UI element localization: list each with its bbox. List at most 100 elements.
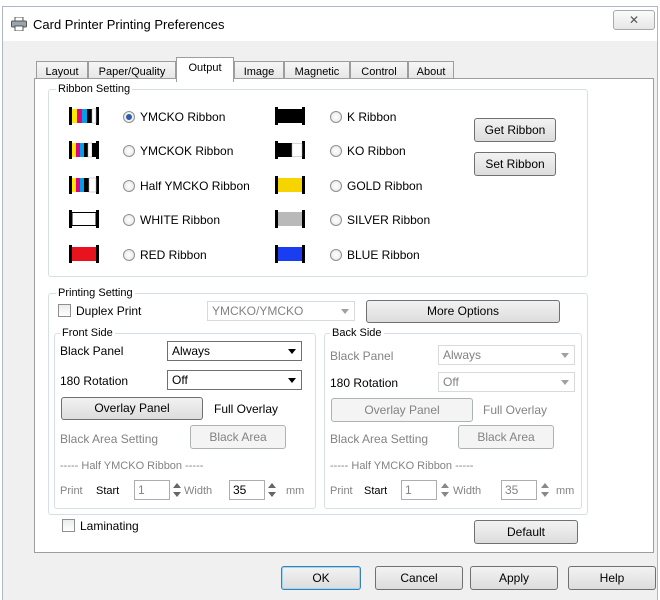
apply-button[interactable]: Apply (470, 566, 558, 590)
front-half-ymcko-label: ----- Half YMCKO Ribbon ----- (60, 460, 204, 472)
duplex-mode-value: YMCKO/YMCKO (212, 304, 304, 318)
tab-output[interactable]: Output (176, 57, 234, 82)
radio-label-ko: KO Ribbon (347, 144, 406, 158)
laminating-label: Laminating (80, 519, 139, 533)
back-print-label: Print (330, 485, 353, 497)
help-button[interactable]: Help (568, 566, 656, 590)
duplex-print-label: Duplex Print (76, 304, 142, 318)
printing-setting-label: Printing Setting (56, 287, 135, 299)
spin-arrows-icon[interactable] (172, 481, 182, 499)
more-options-button[interactable]: More Options (366, 300, 560, 323)
radio-label-k: K Ribbon (347, 110, 397, 124)
ymckok-ribbon-icon (69, 141, 99, 159)
tab-label: Image (243, 66, 275, 78)
chevron-down-icon (288, 349, 296, 354)
laminating-checkbox[interactable] (62, 519, 75, 532)
radio-ymcko[interactable] (123, 111, 135, 123)
chevron-down-icon (341, 309, 349, 314)
radio-label-red: RED Ribbon (140, 248, 207, 262)
back-rotation-combo[interactable]: Off (438, 372, 575, 392)
back-black-area-label: Black Area Setting (330, 432, 429, 446)
radio-ko[interactable] (330, 145, 342, 157)
front-overlay-panel-button[interactable]: Overlay Panel (61, 397, 203, 420)
back-overlay-panel-button[interactable]: Overlay Panel (331, 398, 473, 422)
radio-label-ymckok: YMCKOK Ribbon (140, 144, 234, 158)
ymcko-ribbon-icon (69, 107, 99, 125)
ok-button[interactable]: OK (281, 566, 361, 590)
radio-label-blue: BLUE Ribbon (347, 248, 420, 262)
chevron-down-icon (288, 378, 296, 383)
front-overlay-value: Full Overlay (214, 402, 279, 416)
cancel-button[interactable]: Cancel (375, 566, 463, 590)
radio-label-white: WHITE Ribbon (140, 213, 221, 227)
front-side-label: Front Side (60, 327, 115, 339)
front-width-label: Width (184, 485, 213, 497)
back-width-label: Width (453, 485, 482, 497)
front-rotation-label: 180 Rotation (60, 374, 129, 388)
radio-label-ymcko: YMCKO Ribbon (140, 110, 226, 124)
radio-white[interactable] (123, 214, 135, 226)
tab-label: Magnetic (294, 66, 340, 78)
back-black-panel-value: Always (443, 348, 482, 362)
back-black-area-button[interactable]: Black Area (458, 425, 554, 449)
red-ribbon-icon (69, 245, 99, 263)
tab-label: Layout (45, 66, 79, 78)
back-width-input[interactable]: 35 (501, 480, 537, 500)
spin-arrows-icon[interactable] (267, 481, 277, 499)
back-width-value: 35 (505, 483, 519, 497)
front-rotation-value: Off (172, 373, 188, 387)
radio-label-half-ymcko: Half YMCKO Ribbon (140, 179, 250, 193)
radio-label-silver: SILVER Ribbon (347, 213, 431, 227)
ko-ribbon-icon (275, 141, 305, 159)
radio-blue[interactable] (330, 249, 342, 261)
title-bar: Card Printer Printing Preferences ✕ (3, 7, 657, 41)
radio-half-ymcko[interactable] (123, 180, 135, 192)
front-black-area-button[interactable]: Black Area (190, 425, 286, 449)
duplex-mode-combo[interactable]: YMCKO/YMCKO (207, 301, 355, 321)
front-black-panel-combo[interactable]: Always (167, 341, 302, 361)
spin-arrows-icon[interactable] (440, 481, 450, 499)
front-start-input[interactable]: 1 (134, 480, 170, 500)
gold-ribbon-icon (275, 176, 305, 194)
window-title: Card Printer Printing Preferences (33, 17, 225, 32)
front-unit-label: mm (286, 485, 305, 497)
radio-silver[interactable] (330, 214, 342, 226)
back-rotation-label: 180 Rotation (330, 376, 399, 390)
radio-k[interactable] (330, 111, 342, 123)
spin-arrows-icon[interactable] (540, 481, 550, 499)
back-black-panel-combo[interactable]: Always (438, 345, 575, 365)
back-black-panel-label: Black Panel (330, 349, 394, 363)
tab-label: Control (361, 66, 397, 78)
front-rotation-combo[interactable]: Off (167, 370, 302, 390)
front-black-panel-value: Always (172, 344, 211, 358)
ribbon-setting-label: Ribbon Setting (56, 83, 133, 95)
radio-gold[interactable] (330, 180, 342, 192)
back-side-label: Back Side (330, 327, 384, 339)
front-black-panel-label: Black Panel (60, 344, 124, 358)
tab-label: About (416, 66, 446, 78)
close-button[interactable]: ✕ (613, 10, 655, 30)
half-ymcko-ribbon-icon (69, 176, 99, 194)
white-ribbon-icon (69, 210, 99, 228)
front-start-label: Start (96, 485, 120, 497)
printer-icon (11, 17, 27, 31)
back-rotation-value: Off (443, 375, 459, 389)
close-icon: ✕ (628, 13, 640, 27)
radio-red[interactable] (123, 249, 135, 261)
back-start-value: 1 (405, 483, 412, 497)
default-button[interactable]: Default (474, 520, 578, 544)
silver-ribbon-icon (275, 210, 305, 228)
front-black-area-label: Black Area Setting (60, 432, 159, 446)
get-ribbon-button[interactable]: Get Ribbon (474, 118, 556, 142)
back-half-ymcko-label: ----- Half YMCKO Ribbon ----- (330, 460, 474, 472)
radio-label-gold: GOLD Ribbon (347, 179, 423, 193)
duplex-print-checkbox[interactable] (58, 304, 71, 317)
radio-ymckok[interactable] (123, 145, 135, 157)
front-width-input[interactable]: 35 (229, 480, 265, 500)
back-unit-label: mm (556, 485, 575, 497)
back-start-label: Start (364, 485, 388, 497)
tab-label: Output (188, 62, 222, 74)
back-start-input[interactable]: 1 (401, 480, 437, 500)
set-ribbon-button[interactable]: Set Ribbon (474, 152, 556, 176)
front-width-value: 35 (233, 483, 247, 497)
